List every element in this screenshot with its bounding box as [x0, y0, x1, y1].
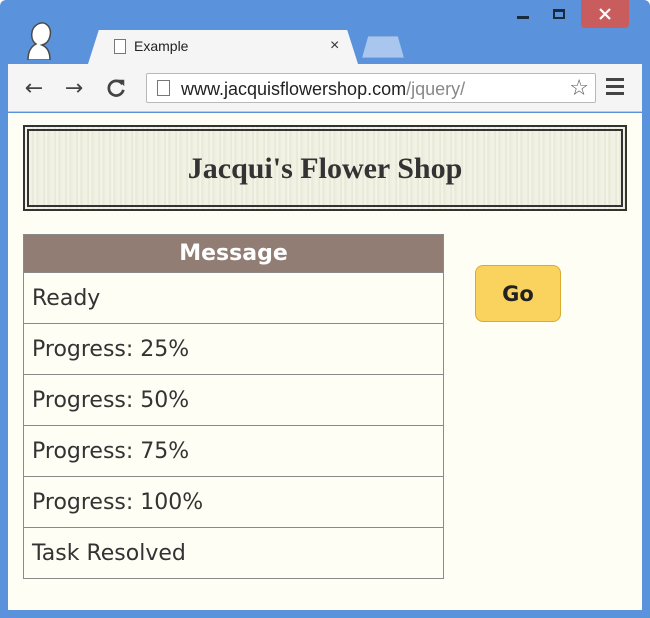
url-host: www.jacquisflowershop.com: [181, 79, 407, 99]
table-header-row: Message: [23, 234, 444, 273]
table-cell: Progress: 25%: [23, 323, 444, 375]
table-cell: Progress: 100%: [23, 476, 444, 528]
shop-title: Jacqui's Flower Shop: [187, 152, 463, 185]
menu-hamburger-icon[interactable]: [606, 78, 624, 98]
table-cell: Task Resolved: [23, 527, 444, 579]
table-row: Progress: 100%: [23, 476, 444, 528]
url-path: /jquery/: [406, 79, 466, 99]
profile-avatar-icon[interactable]: [22, 20, 56, 61]
page-content: Jacqui's Flower Shop Message Ready Progr…: [8, 113, 642, 610]
close-icon: [599, 8, 611, 20]
tab-close-icon[interactable]: ×: [330, 37, 339, 55]
column-header-message: Message: [23, 234, 444, 273]
page-favicon-icon: [114, 39, 126, 54]
close-window-button[interactable]: [581, 0, 629, 28]
bookmark-star-icon[interactable]: ☆: [569, 76, 589, 101]
shop-header: Jacqui's Flower Shop: [23, 125, 627, 211]
back-arrow-icon[interactable]: ←: [22, 76, 46, 101]
table-cell: Progress: 50%: [23, 374, 444, 426]
maximize-icon: [553, 9, 565, 19]
forward-arrow-icon[interactable]: →: [62, 76, 86, 101]
go-button[interactable]: Go: [475, 265, 561, 322]
tab-title: Example: [134, 38, 189, 54]
table-row: Ready: [23, 272, 444, 324]
maximize-button[interactable]: [544, 0, 574, 28]
table-row: Progress: 75%: [23, 425, 444, 477]
new-tab-button[interactable]: [362, 36, 404, 58]
table-cell: Progress: 75%: [23, 425, 444, 477]
table-row: Task Resolved: [23, 527, 444, 579]
minimize-icon: [517, 15, 529, 19]
tab-example[interactable]: Example ×: [88, 30, 358, 64]
address-bar[interactable]: www.jacquisflowershop.com/jquery/ ☆: [146, 73, 596, 103]
minimize-button[interactable]: [508, 0, 538, 28]
reload-icon[interactable]: [104, 76, 128, 100]
browser-toolbar: ← → www.jacquisflowershop.com/jquery/ ☆: [8, 64, 642, 112]
page-icon: [157, 80, 170, 96]
url-text[interactable]: www.jacquisflowershop.com/jquery/: [181, 79, 465, 100]
message-table: Message Ready Progress: 25% Progress: 50…: [23, 234, 444, 579]
browser-window: Example × ← → www.jacquisflowershop.com/…: [0, 0, 650, 618]
table-row: Progress: 25%: [23, 323, 444, 375]
table-cell: Ready: [23, 272, 444, 324]
table-row: Progress: 50%: [23, 374, 444, 426]
